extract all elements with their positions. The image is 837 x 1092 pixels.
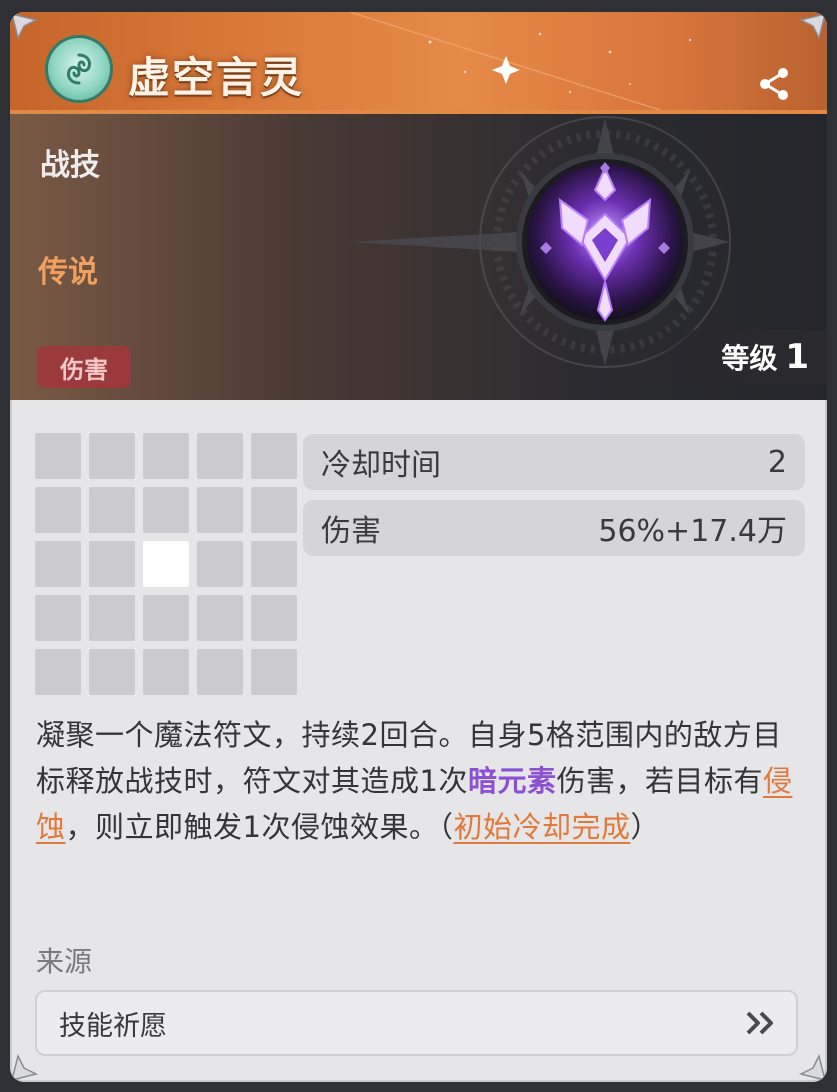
stat-value: 2 [767,444,787,480]
keyword-dark-element: 暗元素 [467,764,557,798]
skill-title: 虚空言灵 [128,53,305,102]
range-cell [197,487,243,533]
range-grid [35,433,297,695]
range-cell [89,595,135,641]
card-header: 虚空言灵 [10,12,827,110]
stat-label: 伤害 [321,514,381,549]
corner-ornament-icon [787,12,827,52]
range-cell [35,595,81,641]
level-label: 等级 [721,342,778,375]
range-cell [35,541,81,587]
range-cell [197,541,243,587]
range-cell [251,433,297,479]
range-cell [89,649,135,695]
range-cell [143,595,189,641]
range-cell [251,541,297,587]
share-button[interactable] [750,60,798,108]
level-indicator: 等级 1 [647,330,827,384]
stat-label: 冷却时间 [321,448,441,483]
range-cell [89,487,135,533]
range-cell [35,649,81,695]
range-cell [251,649,297,695]
stat-damage: 伤害 56%+17.4万 [303,500,805,556]
source-label: 来源 [36,945,93,978]
source-item-button[interactable]: 技能祈愿 [35,990,798,1056]
range-cell [143,649,189,695]
range-cell [251,487,297,533]
stat-cooldown: 冷却时间 2 [303,434,805,490]
range-cell [89,541,135,587]
double-chevron-right-icon [746,1011,773,1035]
skill-banner: 战技 传说 伤害 等级 1 [10,110,827,400]
range-cell [197,595,243,641]
range-cell [35,433,81,479]
description-text: ） [630,810,660,844]
range-cell [197,433,243,479]
range-cell [251,595,297,641]
level-value: 1 [785,337,809,377]
corner-ornament-icon [10,12,50,52]
keyword-initial-cooldown-link[interactable]: 初始冷却完成 [453,810,630,844]
range-cell [197,649,243,695]
description-text: 伤害，若目标有 [556,764,763,798]
description-text: ，则立即触发1次侵蚀效果。（ [65,810,454,844]
range-cell [143,433,189,479]
stat-value: 56%+17.4万 [598,514,787,549]
share-icon [760,68,788,100]
range-cell [143,487,189,533]
damage-tag: 伤害 [37,346,131,388]
skill-description: 凝聚一个魔法符文，持续2回合。自身5格范围内的敌方目标释放战技时，符文对其造成1… [36,712,798,850]
range-cell [89,433,135,479]
range-cell [35,487,81,533]
corner-ornament-icon [787,1042,827,1082]
source-item-name: 技能祈愿 [59,1010,167,1042]
rarity-label: 传说 [38,255,98,290]
element-badge-icon [48,38,110,100]
skill-type: 战技 [40,148,100,183]
corner-ornament-icon [10,1042,50,1082]
range-cell-self [143,541,189,587]
